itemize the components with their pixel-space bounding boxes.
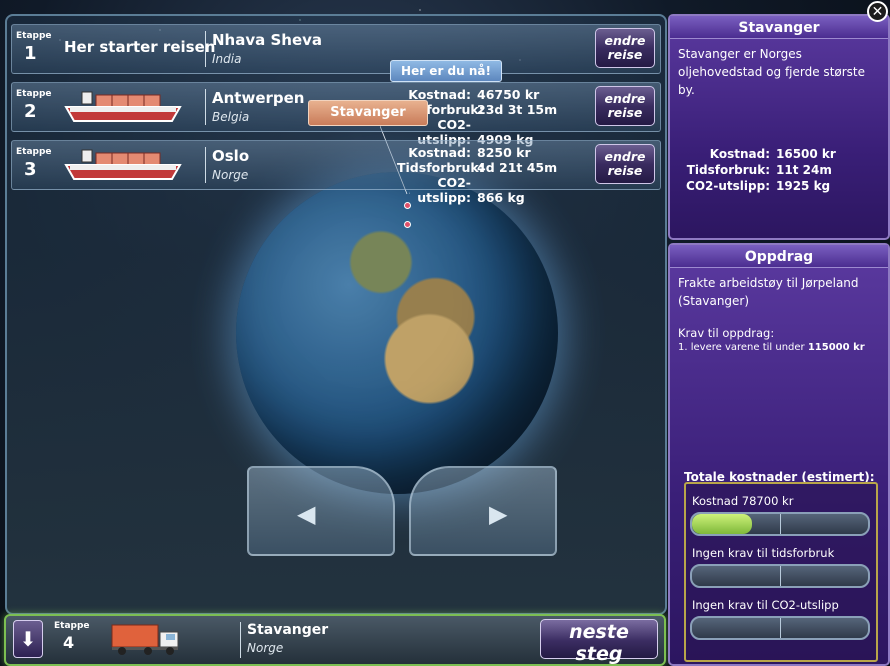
totals-box: Kostnad 78700 kr Ingen krav til tidsforb… <box>684 482 878 662</box>
route-time: 4d 21t 45m <box>477 160 558 175</box>
row-divider <box>205 89 206 125</box>
route-country: India <box>212 52 242 66</box>
triangle-right-icon: ▶ <box>489 501 508 528</box>
change-route-button-1[interactable]: endre reise <box>595 28 655 68</box>
truck-icon <box>111 624 179 655</box>
triangle-left-icon: ◀ <box>297 501 316 528</box>
bar-tick <box>780 566 781 586</box>
time-progress-bar <box>690 564 870 588</box>
route-country: Norge <box>212 168 249 182</box>
etappe-number: 1 <box>24 43 37 64</box>
route-row-3: Etappe 3 Oslo Norge Kostnad: 8250 kr Tids… <box>11 140 661 205</box>
bar-tick <box>780 618 781 638</box>
city-time: 11t 24m <box>776 163 832 177</box>
city-cost: 16500 kr <box>776 147 836 161</box>
requirement-item: 1. levere varene til under 115000 kr <box>678 342 865 353</box>
cargo-ship-icon <box>64 91 182 122</box>
current-stage-bar: ⬇ Etappe 4 Stavanger Norge neste steg <box>4 614 666 666</box>
next-step-button[interactable]: neste steg <box>540 619 658 665</box>
total-cost-label: Kostnad 78700 kr <box>692 494 794 508</box>
row-divider <box>205 147 206 183</box>
city-description: Stavanger er Norges oljehovedstad og fje… <box>678 47 866 97</box>
cost-progress-fill <box>692 514 752 534</box>
cost-progress-bar <box>690 512 870 536</box>
route-city: Antwerpen <box>212 89 305 107</box>
current-location-tooltip: Her er du nå! <box>390 60 502 82</box>
start-text: Her starter reisen <box>64 38 216 56</box>
next-button[interactable]: ▶ <box>409 466 557 556</box>
mission-title: Oppdrag <box>670 245 888 268</box>
time-requirement-label: Ingen krav til tidsforbruk <box>692 546 835 560</box>
city-stats: Kostnad: 16500 kr Tidsforbruk: 11t 24m CO2… <box>686 147 836 193</box>
close-icon: ✕ <box>871 3 884 19</box>
change-route-button-3[interactable]: endre reise <box>595 144 655 184</box>
cargo-ship-icon <box>64 149 182 180</box>
etappe-number: 4 <box>63 633 75 652</box>
etappe-label: Etappe <box>54 621 90 631</box>
previous-button[interactable]: ◀ <box>247 466 395 556</box>
route-city: Oslo <box>212 147 250 165</box>
city-info-title: Stavanger <box>670 16 888 39</box>
city-info-panel: Stavanger Stavanger er Norges oljehoveds… <box>668 14 890 240</box>
etappe-label: Etappe <box>16 147 52 157</box>
row-divider <box>240 622 241 658</box>
route-city: Nhava Sheva <box>212 31 323 49</box>
co2-requirement-label: Ingen krav til CO2-utslipp <box>692 598 839 612</box>
mission-description: Frakte arbeidstøy til Jørpeland (Stavang… <box>678 276 859 308</box>
arrow-down-button[interactable]: ⬇ <box>13 620 43 658</box>
route-country: Belgia <box>212 110 250 124</box>
destination-tooltip[interactable]: Stavanger <box>308 100 428 126</box>
route-cost: 8250 kr <box>477 145 531 160</box>
route-time: 23d 3t 15m <box>477 102 558 117</box>
current-country: Norge <box>247 641 284 655</box>
route-stats: Kostnad: 8250 kr Tidsforbruk:4d 21t 45m C… <box>397 145 558 205</box>
globe-map <box>236 172 558 494</box>
etappe-label: Etappe <box>16 89 52 99</box>
route-row-1: Etappe 1 Her starter reisen Nhava Sheva … <box>11 24 661 74</box>
requirements-title: Krav til oppdrag: <box>678 326 775 340</box>
co2-progress-bar <box>690 616 870 640</box>
etappe-number: 3 <box>24 159 37 180</box>
row-divider <box>205 31 206 67</box>
etappe-number: 2 <box>24 101 37 122</box>
arrow-down-icon: ⬇ <box>19 628 37 651</box>
close-button[interactable]: ✕ <box>867 1 888 22</box>
route-co2: 866 kg <box>477 190 525 205</box>
change-route-button-2[interactable]: endre reise <box>595 86 655 126</box>
etappe-label: Etappe <box>16 31 52 41</box>
current-city: Stavanger <box>247 622 329 638</box>
city-co2: 1925 kg <box>776 179 831 193</box>
route-cost: 46750 kr <box>477 87 540 102</box>
bar-tick <box>780 514 781 534</box>
